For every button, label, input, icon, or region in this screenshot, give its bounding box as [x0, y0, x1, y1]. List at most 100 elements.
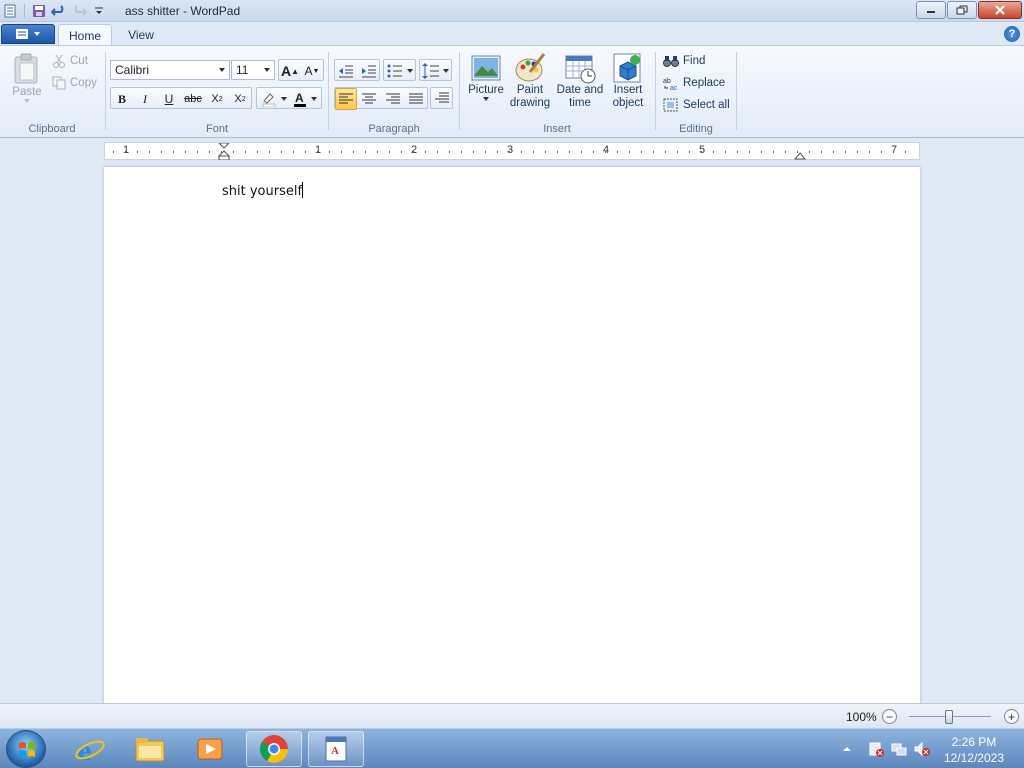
action-center-icon[interactable]: [868, 741, 884, 757]
restore-button[interactable]: [947, 1, 977, 19]
align-center-icon[interactable]: [358, 88, 380, 110]
system-clock[interactable]: 2:26 PM 12/12/2023: [944, 734, 1004, 766]
redo-icon[interactable]: [71, 3, 87, 19]
font-color-button[interactable]: A: [291, 88, 321, 110]
paragraph-settings-button[interactable]: [430, 87, 453, 109]
volume-muted-icon[interactable]: [914, 741, 930, 757]
font-family-combo[interactable]: Calibri: [110, 60, 230, 80]
ruler-tick: [653, 151, 654, 153]
paragraph-group-label: Paragraph: [368, 123, 420, 135]
status-bar: 100% − +: [0, 703, 1024, 728]
document-text[interactable]: shit yourself: [222, 182, 304, 199]
font-size-combo[interactable]: 11: [231, 60, 275, 80]
cut-button[interactable]: Cut: [52, 54, 88, 68]
copy-button[interactable]: Copy: [52, 76, 97, 90]
ruler-tick: [485, 151, 486, 153]
ruler-number: 7: [891, 144, 898, 156]
paste-button[interactable]: Paste: [10, 52, 44, 103]
document-area: shit yourself: [0, 160, 1024, 707]
svg-text:ac: ac: [670, 85, 678, 90]
zoom-slider-thumb[interactable]: [945, 710, 953, 724]
help-icon[interactable]: ?: [1004, 26, 1020, 42]
insert-object-label-2: object: [612, 97, 644, 109]
date-time-label-1: Date and: [556, 84, 604, 96]
minimize-button[interactable]: [916, 1, 946, 19]
line-spacing-button[interactable]: [419, 59, 452, 81]
clock-date: 12/12/2023: [943, 751, 1004, 765]
ruler-tick: [197, 151, 198, 153]
minimize-icon: [927, 11, 935, 13]
highlight-color-button[interactable]: [259, 88, 289, 110]
ruler-tick: [785, 151, 786, 153]
tab-home[interactable]: Home: [58, 24, 112, 46]
restore-icon: [956, 5, 968, 15]
insert-group-label: Insert: [543, 123, 571, 135]
taskbar-chrome[interactable]: [246, 731, 302, 767]
undo-icon[interactable]: [51, 3, 67, 19]
justify-icon[interactable]: [405, 88, 427, 110]
ruler-tick: [869, 151, 870, 153]
taskbar-wordpad[interactable]: A: [308, 731, 364, 767]
save-icon[interactable]: [31, 3, 47, 19]
increase-indent-icon[interactable]: [358, 60, 380, 82]
close-button[interactable]: [978, 1, 1022, 19]
zoom-in-icon[interactable]: +: [1004, 709, 1019, 724]
align-right-icon[interactable]: [382, 88, 404, 110]
ruler-tick: [905, 151, 906, 153]
superscript-icon[interactable]: X2: [229, 88, 251, 110]
chrome-icon: [260, 735, 288, 763]
zoom-out-icon[interactable]: −: [882, 709, 897, 724]
ruler-tick: [149, 151, 150, 153]
italic-button[interactable]: I: [134, 88, 156, 110]
shrink-font-icon[interactable]: A ▼: [301, 60, 323, 82]
title-bar: ass shitter - WordPad: [0, 0, 1024, 22]
grow-font-icon[interactable]: A ▲: [279, 60, 301, 82]
scissors-icon: [53, 54, 65, 68]
list-button[interactable]: [383, 59, 416, 81]
picture-button[interactable]: Picture: [466, 52, 506, 101]
show-hidden-icons-icon[interactable]: [842, 741, 858, 757]
tab-view[interactable]: View: [114, 24, 168, 46]
date-time-button[interactable]: Date and time: [556, 52, 604, 110]
chevron-down-icon: [24, 99, 30, 103]
ruler-tick: [353, 151, 354, 153]
taskbar-media-player[interactable]: [182, 731, 238, 767]
ruler-tick: [809, 151, 810, 153]
subscript-icon[interactable]: X2: [206, 88, 228, 110]
ruler-tick: [833, 151, 834, 153]
customize-qat-icon[interactable]: [91, 3, 107, 19]
ruler-tick: [509, 151, 510, 153]
strikethrough-button[interactable]: abc: [182, 88, 204, 110]
font-size-value: 11: [236, 63, 249, 77]
select-all-button[interactable]: Select all: [663, 98, 730, 112]
media-player-icon: [197, 738, 223, 760]
underline-button[interactable]: U: [158, 88, 180, 110]
wordpad-app-icon[interactable]: [2, 3, 18, 19]
ruler-tick: [137, 151, 138, 153]
network-icon[interactable]: [891, 741, 907, 757]
close-icon: [995, 5, 1005, 15]
document-page[interactable]: shit yourself: [104, 167, 920, 707]
ruler-tick: [341, 151, 342, 153]
ruler-tick: [389, 151, 390, 153]
app-menu-button[interactable]: [1, 24, 55, 44]
bullet-list-icon: [387, 64, 413, 78]
bold-button[interactable]: B: [111, 88, 133, 110]
indent-marker-icon[interactable]: [218, 143, 230, 161]
insert-object-button[interactable]: Insert object: [608, 52, 648, 110]
replace-button[interactable]: ab ac Replace: [663, 76, 725, 90]
find-button[interactable]: Find: [663, 54, 705, 68]
ruler[interactable]: 1 1 2 3 4 5 7: [104, 142, 920, 161]
ruler-tick: [209, 151, 210, 153]
taskbar-file-explorer[interactable]: [122, 731, 178, 767]
insert-object-icon: [613, 53, 641, 83]
ruler-tick: [761, 151, 762, 153]
ruler-tick: [581, 151, 582, 153]
decrease-indent-icon[interactable]: [335, 60, 357, 82]
start-button[interactable]: [6, 730, 46, 768]
align-left-icon[interactable]: [335, 88, 357, 110]
right-indent-marker-icon[interactable]: [794, 150, 806, 160]
zoom-level[interactable]: 100%: [846, 710, 877, 724]
paint-drawing-button[interactable]: Paint drawing: [508, 52, 552, 110]
taskbar-internet-explorer[interactable]: e: [62, 731, 118, 767]
